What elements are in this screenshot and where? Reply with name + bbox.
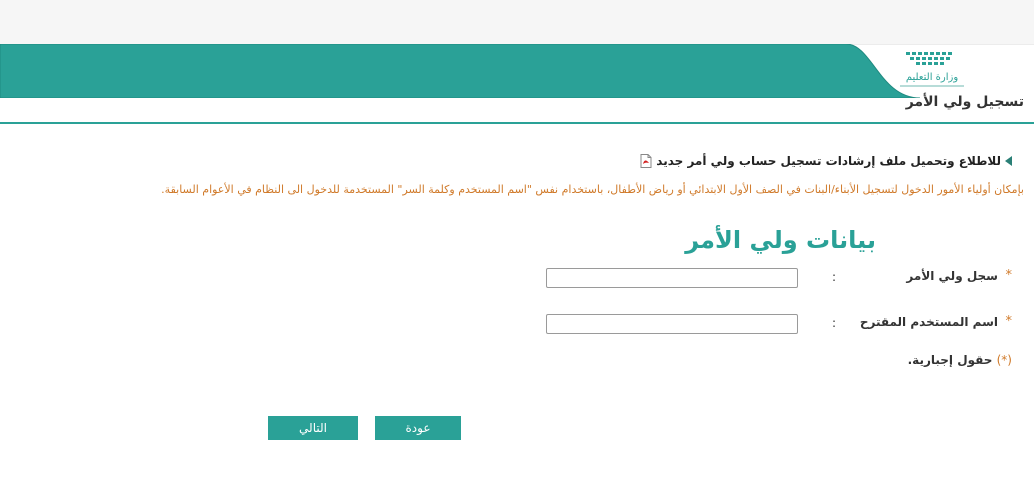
ministry-logo-icon bbox=[906, 52, 952, 65]
guardian-record-label: سجل ولي الأمر bbox=[906, 269, 998, 283]
required-fields-note: (*) حقول إجبارية. bbox=[908, 353, 1012, 367]
field-colon: : bbox=[831, 316, 836, 330]
header-wave-shape bbox=[0, 44, 921, 98]
header-banner bbox=[0, 44, 1034, 98]
back-button[interactable]: عودة bbox=[375, 416, 461, 440]
suggested-username-input[interactable] bbox=[546, 314, 798, 334]
next-button[interactable]: التالي bbox=[268, 416, 358, 440]
pdf-icon[interactable] bbox=[640, 154, 652, 168]
ministry-logo-underline bbox=[900, 85, 964, 87]
page-title: تسجيل ولي الأمر bbox=[905, 94, 1024, 110]
suggested-username-label: اسم المستخدم المقترح bbox=[859, 315, 998, 329]
guardian-record-row: * سجل ولي الأمر : bbox=[0, 268, 1034, 290]
ministry-logo-text: وزارة التعليم bbox=[905, 72, 959, 83]
suggested-username-row: * اسم المستخدم المقترح : bbox=[0, 314, 1034, 336]
ministry-logo: وزارة التعليم bbox=[896, 48, 968, 92]
required-asterisk: * bbox=[1005, 268, 1013, 283]
required-note-mark: (*) bbox=[996, 353, 1012, 367]
guide-download-link[interactable]: للاطلاع وتحميل ملف إرشادات تسجيل حساب ول… bbox=[656, 154, 1001, 168]
section-heading: بيانات ولي الأمر bbox=[685, 226, 876, 254]
field-colon: : bbox=[831, 270, 836, 284]
browser-top-strip bbox=[0, 0, 1034, 45]
triangle-bullet-icon bbox=[1005, 156, 1012, 166]
notice-text: بإمكان أولياء الأمور الدخول لتسجيل الأبن… bbox=[161, 183, 1024, 196]
guardian-record-input[interactable] bbox=[546, 268, 798, 288]
required-note-text: حقول إجبارية. bbox=[907, 353, 993, 367]
title-divider bbox=[0, 122, 1034, 124]
guide-link-row: للاطلاع وتحميل ملف إرشادات تسجيل حساب ول… bbox=[640, 154, 1012, 168]
required-asterisk: * bbox=[1005, 314, 1013, 329]
